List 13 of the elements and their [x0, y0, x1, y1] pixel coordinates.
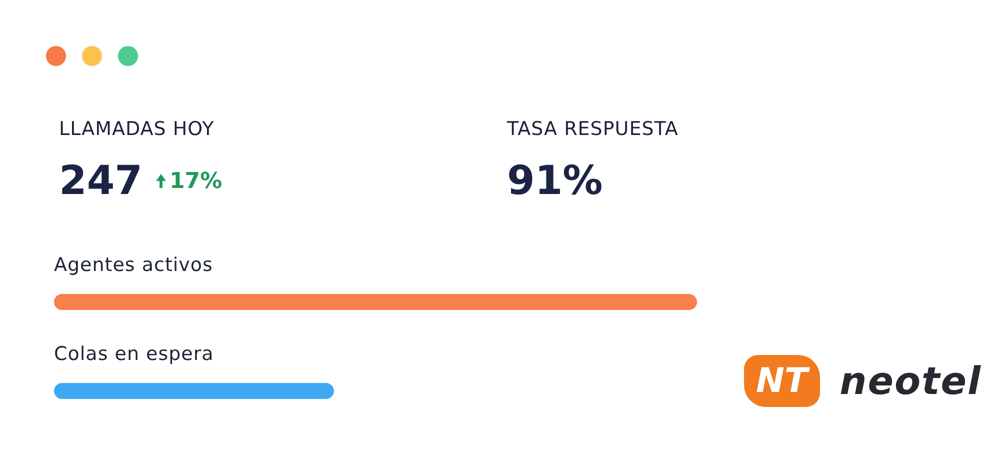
bar-label: Colas en espera — [54, 343, 214, 365]
stat-change: 17% — [154, 168, 222, 194]
stat-value: 91% — [507, 158, 603, 204]
window-control-dot[interactable] — [118, 46, 138, 66]
bar-label: Agentes activos — [54, 254, 213, 276]
window-control-dot[interactable] — [46, 46, 66, 66]
logo-mark: NT — [744, 355, 820, 407]
up-arrow-icon — [154, 173, 166, 189]
logo-wordmark: neotel — [840, 359, 982, 403]
stat-value: 247 — [59, 158, 142, 204]
stat-label: TASA RESPUESTA — [507, 118, 678, 140]
window-control-dot[interactable] — [82, 46, 102, 66]
stat-label: LLAMADAS HOY — [59, 118, 214, 140]
